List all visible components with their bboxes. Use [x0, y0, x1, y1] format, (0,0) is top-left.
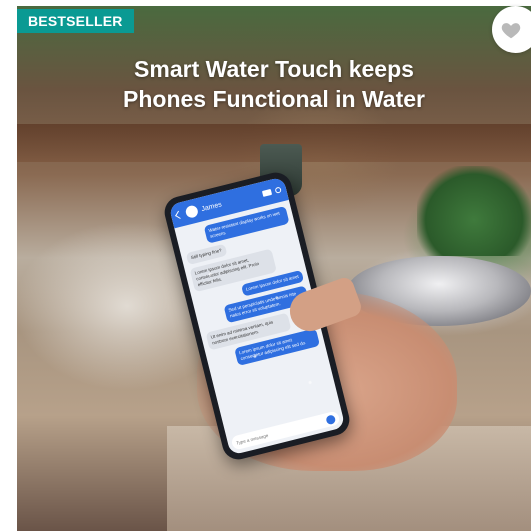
succulent-plant: [417, 166, 531, 256]
phone-call-icon: [274, 186, 282, 194]
bestseller-badge: BESTSELLER: [17, 9, 134, 33]
headline-line-1: Smart Water Touch keeps: [134, 56, 414, 82]
headline: Smart Water Touch keeps Phones Functiona…: [17, 54, 531, 114]
video-call-icon: [261, 188, 273, 197]
headline-line-2: Phones Functional in Water: [123, 86, 425, 112]
contact-avatar: [184, 204, 200, 219]
wishlist-button[interactable]: [492, 6, 531, 53]
heart-icon: [500, 19, 522, 41]
product-image-card[interactable]: James Water-resistant display works on w…: [17, 6, 531, 531]
send-icon: [325, 413, 337, 425]
heart-icon-svg: [501, 22, 520, 38]
back-arrow-icon: [175, 210, 184, 219]
